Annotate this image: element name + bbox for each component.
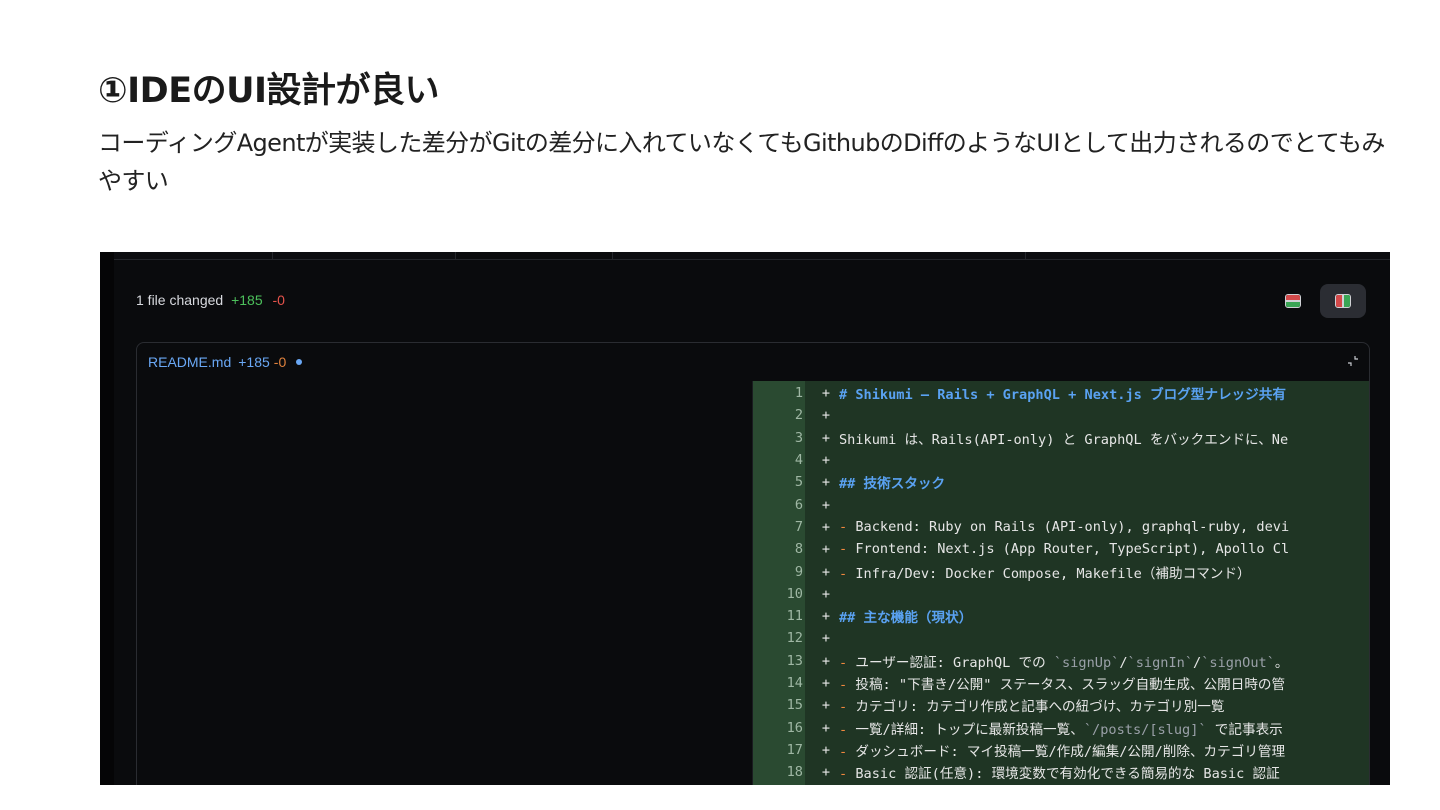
diff-line: 4 + bbox=[753, 449, 1369, 471]
diff-summary: 1 file changed +185 -0 bbox=[136, 292, 285, 308]
line-number: 7 bbox=[794, 518, 803, 535]
added-marker: + bbox=[821, 652, 831, 669]
added-marker: + bbox=[821, 764, 831, 781]
diff-line: 9 + - Infra/Dev: Docker Compose, Makefile（… bbox=[753, 560, 1369, 582]
line-number: 5 bbox=[794, 474, 803, 491]
line-number: 9 bbox=[794, 563, 803, 580]
line-number: 2 bbox=[794, 407, 803, 424]
line-number: 16 bbox=[786, 719, 803, 736]
diff-line: 3 + Shikumi は、Rails(API-only) と GraphQL をバ… bbox=[753, 427, 1369, 449]
line-number: 14 bbox=[786, 675, 803, 692]
diff-line: 7 + - Backend: Ruby on Rails (API-only), g… bbox=[753, 516, 1369, 538]
line-number: 17 bbox=[786, 741, 803, 758]
diff-line: 14 + - 投稿: "下書き/公開" ステータス、スラッグ自動生成、公開日時の管 bbox=[753, 672, 1369, 694]
diff-line: 16 + - 一覧/詳細: トップに最新投稿一覧、`/posts/[slug]` で… bbox=[753, 717, 1369, 739]
code-text: - ダッシュボード: マイ投稿一覧/作成/編集/公開/削除、カテゴリ管理 bbox=[839, 743, 1286, 760]
added-marker: + bbox=[821, 741, 831, 758]
added-marker: + bbox=[821, 429, 831, 446]
added-marker: + bbox=[821, 585, 831, 602]
diff-line: 5 + ## 技術スタック bbox=[753, 471, 1369, 493]
line-number: 6 bbox=[794, 496, 803, 513]
code-text: - 一覧/詳細: トップに最新投稿一覧、`/posts/[slug]` で記事表… bbox=[839, 721, 1283, 738]
added-marker: + bbox=[821, 541, 831, 558]
diff-body: 1 + # Shikumi – Rails + GraphQL + Next.js … bbox=[137, 381, 1369, 785]
diff-line: 13 + - ユーザー認証: GraphQL での `signUp`/`signIn… bbox=[753, 650, 1369, 672]
diff-line: 11 + ## 主な機能（現状） bbox=[753, 605, 1369, 627]
editor-tab-active[interactable] bbox=[456, 252, 613, 259]
line-number: 8 bbox=[794, 541, 803, 558]
total-additions: +185 bbox=[231, 292, 263, 308]
line-number: 13 bbox=[786, 652, 803, 669]
added-marker: + bbox=[821, 630, 831, 647]
split-diff-icon bbox=[1335, 294, 1351, 308]
code-text: ## 技術スタック bbox=[839, 476, 946, 493]
code-text: - カテゴリ: カテゴリ作成と記事への紐づけ、カテゴリ別一覧 bbox=[839, 699, 1225, 716]
files-changed-label: 1 file changed bbox=[136, 292, 224, 308]
line-number: 12 bbox=[786, 630, 803, 647]
line-number: 1 bbox=[794, 385, 803, 402]
line-number: 10 bbox=[786, 585, 803, 602]
diff-line: 1 + # Shikumi – Rails + GraphQL + Next.js … bbox=[753, 382, 1369, 404]
diff-line: 19 bbox=[753, 783, 1369, 785]
article-body: コーディングAgentが実装した差分がGitの差分に入れていなくてもGithub… bbox=[98, 129, 1385, 195]
diff-view-toggle bbox=[1270, 284, 1366, 318]
added-marker: + bbox=[821, 496, 831, 513]
file-additions: +185 bbox=[238, 354, 270, 370]
article-title: ①IDEのUI設計が良い bbox=[98, 71, 440, 111]
added-marker: + bbox=[821, 385, 831, 402]
diff-line: 2 + bbox=[753, 404, 1369, 426]
file-diff-panel: README.md +185 -0 1 + # Shikumi – Rails + … bbox=[136, 342, 1370, 785]
added-marker: + bbox=[821, 518, 831, 535]
collapse-icon[interactable] bbox=[1347, 355, 1359, 367]
added-marker: + bbox=[821, 563, 831, 580]
added-marker: + bbox=[821, 407, 831, 424]
added-marker: + bbox=[821, 474, 831, 491]
ide-left-rail bbox=[100, 252, 114, 785]
added-marker: + bbox=[821, 452, 831, 469]
added-marker: + bbox=[821, 608, 831, 625]
line-number: 15 bbox=[786, 697, 803, 714]
ide-diff-window: 1 file changed +185 -0 README.md +185 -0 bbox=[100, 252, 1390, 785]
editor-tab[interactable] bbox=[273, 252, 456, 259]
modified-pane: 1 + # Shikumi – Rails + GraphQL + Next.js … bbox=[753, 381, 1369, 785]
diff-line: 10 + bbox=[753, 583, 1369, 605]
original-pane bbox=[137, 381, 753, 785]
line-number: 18 bbox=[786, 764, 803, 781]
file-name[interactable]: README.md bbox=[148, 354, 231, 370]
file-deletions: -0 bbox=[273, 354, 287, 370]
inline-diff-icon bbox=[1285, 294, 1301, 308]
total-deletions: -0 bbox=[272, 292, 285, 308]
code-text: - Backend: Ruby on Rails (API-only), gra… bbox=[839, 518, 1290, 535]
added-marker: + bbox=[821, 719, 831, 736]
code-text: ## 主な機能（現状） bbox=[839, 610, 973, 627]
code-text: Shikumi は、Rails(API-only) と GraphQL をバック… bbox=[839, 431, 1289, 448]
added-marker: + bbox=[821, 697, 831, 714]
diff-line: 17 + - ダッシュボード: マイ投稿一覧/作成/編集/公開/削除、カテゴリ管理 bbox=[753, 739, 1369, 761]
modified-indicator bbox=[296, 359, 303, 365]
diff-line: 15 + - カテゴリ: カテゴリ作成と記事への紐づけ、カテゴリ別一覧 bbox=[753, 694, 1369, 716]
added-marker: + bbox=[821, 675, 831, 692]
line-number: 11 bbox=[786, 608, 803, 625]
code-text: - ユーザー認証: GraphQL での `signUp`/`signIn`/`… bbox=[839, 654, 1289, 671]
editor-tab[interactable] bbox=[613, 252, 1026, 259]
code-text: - Basic 認証(任意): 環境変数で有効化できる簡易的な Basic 認証 bbox=[839, 766, 1280, 783]
diff-line: 18 + - Basic 認証(任意): 環境変数で有効化できる簡易的な Basic… bbox=[753, 761, 1369, 783]
editor-tab-bar bbox=[114, 252, 1390, 260]
diff-line: 12 + bbox=[753, 627, 1369, 649]
line-number: 4 bbox=[794, 452, 803, 469]
code-text: # Shikumi – Rails + GraphQL + Next.js ブロ… bbox=[839, 387, 1286, 404]
diff-line: 6 + bbox=[753, 494, 1369, 516]
line-number: 3 bbox=[794, 429, 803, 446]
diff-line: 8 + - Frontend: Next.js (App Router, TypeS… bbox=[753, 538, 1369, 560]
inline-view-button[interactable] bbox=[1270, 284, 1316, 318]
code-text: - Infra/Dev: Docker Compose, Makefile（補助… bbox=[839, 565, 1251, 582]
file-header[interactable]: README.md +185 -0 bbox=[137, 343, 1369, 381]
editor-tab[interactable] bbox=[114, 252, 273, 259]
code-text: - 投稿: "下書き/公開" ステータス、スラッグ自動生成、公開日時の管 bbox=[839, 677, 1286, 694]
split-view-button[interactable] bbox=[1320, 284, 1366, 318]
code-text: - Frontend: Next.js (App Router, TypeScr… bbox=[839, 541, 1290, 558]
